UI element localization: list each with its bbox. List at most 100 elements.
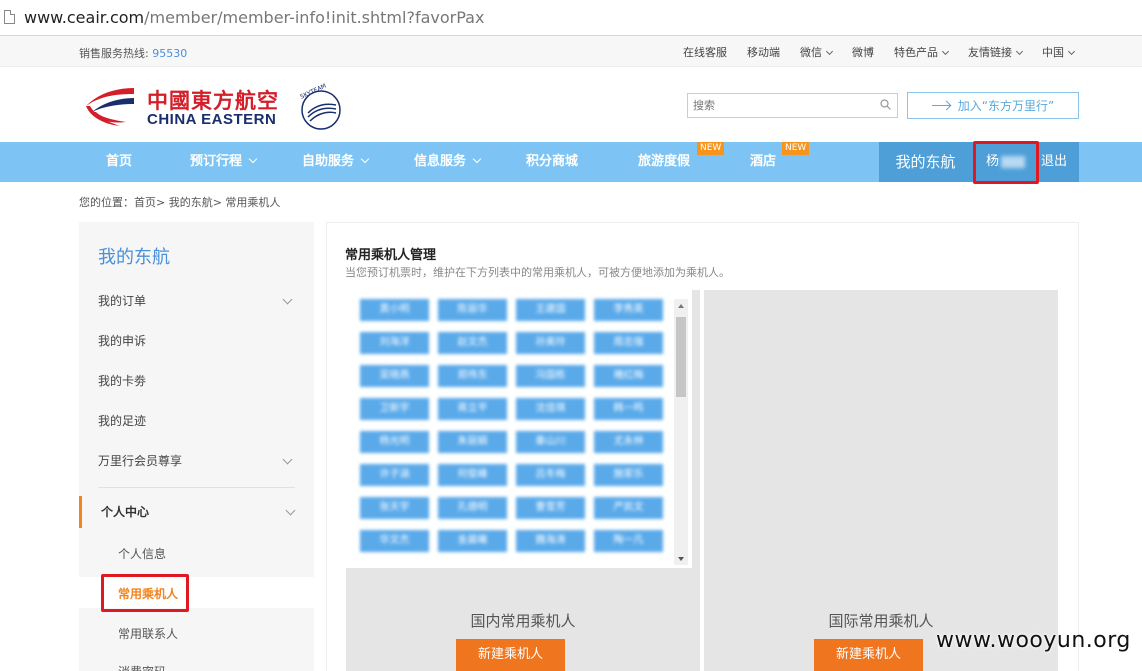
new-badge: NEW bbox=[782, 142, 810, 155]
passenger-chip[interactable]: 秦山川 bbox=[516, 431, 585, 453]
passenger-chip[interactable]: 褚红梅 bbox=[594, 365, 663, 387]
passenger-list[interactable]: 黄小明 陈丽华 王建国 李秀英刘海洋 赵文杰 孙美玲 周志强吴晓燕 郑伟东 冯国栋 褚红梅卫新宇蒋… bbox=[346, 290, 692, 568]
sidebar-item-label: 我的足迹 bbox=[98, 414, 147, 428]
passenger-chip[interactable]: 黄小明 bbox=[360, 299, 429, 321]
scrollbar-thumb[interactable] bbox=[676, 317, 686, 397]
passenger-chip[interactable]: 孔德明 bbox=[438, 497, 507, 519]
passenger-chip[interactable]: 吕冬梅 bbox=[516, 464, 585, 486]
region-label: 中国 bbox=[1042, 46, 1064, 59]
breadcrumb: 您的位置：首页> 我的东航> 常用乘机人 bbox=[79, 196, 281, 209]
url-path: /member/member-info!init.shtml?favorPax bbox=[144, 8, 485, 27]
search-icon[interactable] bbox=[880, 99, 891, 110]
sidebar-item-label: 我的申诉 bbox=[98, 334, 147, 348]
nav-item-home[interactable]: 首页 bbox=[106, 142, 132, 182]
sidebar-item-orders[interactable]: 我的订单 bbox=[98, 281, 295, 321]
nav-item-travel[interactable]: 旅游度假 bbox=[638, 142, 690, 182]
sidebar-item-footprints[interactable]: 我的足迹 bbox=[98, 401, 295, 441]
highlight-box bbox=[101, 574, 189, 612]
passenger-chip[interactable]: 曹雪芳 bbox=[516, 497, 585, 519]
passenger-chip[interactable]: 尤永林 bbox=[594, 431, 663, 453]
active-indicator bbox=[79, 496, 82, 528]
chevron-down-icon bbox=[941, 47, 950, 56]
new-international-passenger-button[interactable]: 新建乘机人 bbox=[814, 639, 923, 671]
passenger-chip[interactable]: 吴晓燕 bbox=[360, 365, 429, 387]
nav-label: 首页 bbox=[106, 154, 133, 169]
chevron-down-icon bbox=[360, 154, 370, 164]
passenger-chip[interactable]: 许子涵 bbox=[360, 464, 429, 486]
passenger-chip[interactable]: 沈佳琪 bbox=[516, 398, 585, 420]
sidebar-sub-personal-info[interactable]: 个人信息 bbox=[118, 545, 166, 562]
logout-link[interactable]: 退出 bbox=[1041, 142, 1067, 182]
passenger-chip[interactable]: 李秀英 bbox=[594, 299, 663, 321]
passenger-chip[interactable]: 施家乐 bbox=[594, 464, 663, 486]
nav-my-eastern[interactable]: 我的东航 bbox=[879, 142, 972, 182]
nav-item-info-service[interactable]: 信息服务 bbox=[414, 142, 482, 182]
passenger-chip[interactable]: 孙美玲 bbox=[516, 332, 585, 354]
scroll-down-icon[interactable] bbox=[678, 557, 684, 561]
link-weibo[interactable]: 微博 bbox=[852, 44, 874, 60]
passenger-chip[interactable]: 周志强 bbox=[594, 332, 663, 354]
passenger-chip[interactable]: 杨光明 bbox=[360, 431, 429, 453]
china-eastern-logo-icon[interactable] bbox=[80, 82, 136, 130]
nav-label: 积分商城 bbox=[526, 154, 579, 169]
chevron-down-icon bbox=[248, 154, 258, 164]
nav-item-self-service[interactable]: 自助服务 bbox=[302, 142, 370, 182]
region-selector[interactable]: 中国 bbox=[1042, 44, 1076, 60]
sidebar-item-personal-center[interactable]: 个人中心 bbox=[101, 492, 298, 532]
chevron-down-icon bbox=[825, 47, 834, 56]
link-friendly-links[interactable]: 友情链接 bbox=[968, 44, 1024, 60]
nav-item-booking[interactable]: 预订行程 bbox=[190, 142, 258, 182]
link-featured-label: 特色产品 bbox=[894, 46, 938, 59]
divider bbox=[98, 487, 295, 488]
link-mobile[interactable]: 移动端 bbox=[747, 44, 780, 60]
search-input[interactable] bbox=[688, 94, 868, 117]
browser-address-bar[interactable]: www.ceair.com/member/member-info!init.sh… bbox=[0, 0, 1142, 36]
chevron-down-icon bbox=[1067, 47, 1076, 56]
sidebar-sub-consumption-password[interactable]: 消费密码 bbox=[118, 663, 166, 671]
link-wechat[interactable]: 微信 bbox=[800, 44, 834, 60]
passenger-grid: 黄小明 陈丽华 王建国 李秀英刘海洋 赵文杰 孙美玲 周志强吴晓燕 郑伟东 冯国栋 褚红梅卫新宇蒋… bbox=[360, 299, 663, 552]
passenger-chip[interactable]: 冯国栋 bbox=[516, 365, 585, 387]
arrow-right-icon bbox=[931, 105, 950, 106]
passenger-chip[interactable]: 金晨曦 bbox=[438, 530, 507, 552]
new-badge: NEW bbox=[697, 142, 725, 155]
url-text[interactable]: www.ceair.com/member/member-info!init.sh… bbox=[24, 8, 484, 27]
passenger-chip[interactable]: 陈丽华 bbox=[438, 299, 507, 321]
page-description: 当您预订机票时，维护在下方列表中的常用乘机人，可被方便地添加为乘机人。 bbox=[345, 266, 730, 279]
link-featured-products[interactable]: 特色产品 bbox=[894, 44, 950, 60]
sidebar: 我的东航 我的订单 我的申诉 我的卡劵 我的足迹 万里行会员尊享 个人中心 个人… bbox=[79, 222, 314, 671]
passenger-chip[interactable]: 刘海洋 bbox=[360, 332, 429, 354]
hotline-number[interactable]: 95530 bbox=[152, 47, 187, 60]
link-online-service[interactable]: 在线客服 bbox=[683, 44, 727, 60]
sidebar-item-member-privileges[interactable]: 万里行会员尊享 bbox=[98, 441, 295, 481]
scroll-up-icon[interactable] bbox=[678, 304, 684, 308]
link-friendly-label: 友情链接 bbox=[968, 46, 1012, 59]
join-eastern-miles-button[interactable]: 加入“东方万里行” bbox=[907, 92, 1079, 119]
sidebar-item-label: 我的订单 bbox=[98, 294, 147, 308]
passenger-chip[interactable]: 蒋立平 bbox=[438, 398, 507, 420]
passenger-chip[interactable]: 韩一鸣 bbox=[594, 398, 663, 420]
passenger-chip[interactable]: 卫新宇 bbox=[360, 398, 429, 420]
passenger-chip[interactable]: 张天宇 bbox=[360, 497, 429, 519]
url-host: www.ceair.com bbox=[24, 8, 145, 27]
passenger-chip[interactable]: 赵文杰 bbox=[438, 332, 507, 354]
nav-item-hotel[interactable]: 酒店 bbox=[750, 142, 776, 182]
passenger-chip[interactable]: 严凯文 bbox=[594, 497, 663, 519]
passenger-chip[interactable]: 陶一凡 bbox=[594, 530, 663, 552]
passenger-chip[interactable]: 王建国 bbox=[516, 299, 585, 321]
page-title: 常用乘机人管理 bbox=[345, 248, 437, 263]
passenger-chip[interactable]: 魏海涛 bbox=[516, 530, 585, 552]
sidebar-sub-frequent-contacts[interactable]: 常用联系人 bbox=[118, 625, 178, 642]
international-passengers-panel: 国际常用乘机人 新建乘机人 bbox=[704, 290, 1058, 671]
sidebar-item-coupons[interactable]: 我的卡劵 bbox=[98, 361, 295, 401]
nav-item-points-mall[interactable]: 积分商城 bbox=[526, 142, 578, 182]
passenger-chip[interactable]: 何俊峰 bbox=[438, 464, 507, 486]
sidebar-item-complaints[interactable]: 我的申诉 bbox=[98, 321, 295, 361]
scrollbar[interactable] bbox=[674, 299, 688, 565]
passenger-chip[interactable]: 朱丽娟 bbox=[438, 431, 507, 453]
site-search[interactable] bbox=[687, 93, 898, 118]
passenger-chip[interactable]: 华文杰 bbox=[360, 530, 429, 552]
new-domestic-passenger-button[interactable]: 新建乘机人 bbox=[456, 639, 565, 671]
passenger-chip[interactable]: 郑伟东 bbox=[438, 365, 507, 387]
page-icon bbox=[4, 10, 15, 24]
